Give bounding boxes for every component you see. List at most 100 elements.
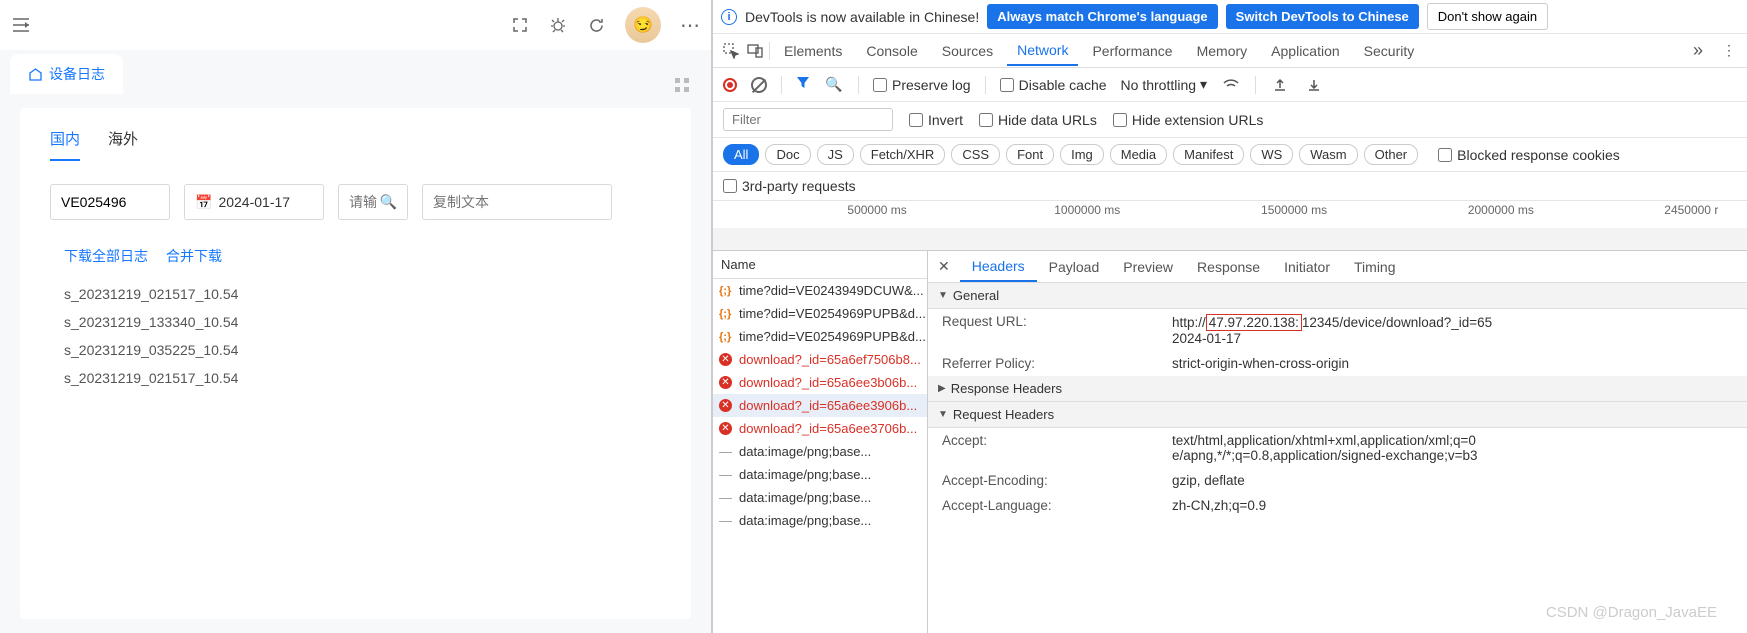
request-row[interactable]: {;}time?did=VE0254969PUPB&d... (713, 302, 927, 325)
log-item[interactable]: s_20231219_035225_10.54 (64, 336, 661, 364)
request-name: download?_id=65a6ee3706b... (739, 421, 917, 436)
tab-domestic[interactable]: 国内 (50, 128, 80, 161)
referrer-policy-row: Referrer Policy: strict-origin-when-cros… (928, 351, 1747, 376)
match-language-button[interactable]: Always match Chrome's language (987, 4, 1217, 29)
search-field[interactable]: 🔍 (338, 184, 408, 220)
menu-collapse-icon[interactable] (12, 16, 30, 34)
pill-doc[interactable]: Doc (765, 144, 810, 165)
request-headers-section[interactable]: ▼Request Headers (928, 402, 1747, 428)
pill-css[interactable]: CSS (951, 144, 1000, 165)
avatar[interactable]: 😏 (625, 7, 661, 43)
record-button[interactable] (723, 78, 737, 92)
pill-all[interactable]: All (723, 144, 759, 165)
pill-font[interactable]: Font (1006, 144, 1054, 165)
request-row[interactable]: —data:image/png;base... (713, 486, 927, 509)
search-icon[interactable]: 🔍 (824, 75, 844, 95)
tab-payload[interactable]: Payload (1037, 253, 1112, 281)
error-icon: ✕ (719, 399, 733, 412)
search-icon[interactable]: 🔍 (380, 194, 397, 211)
disable-cache-checkbox[interactable]: Disable cache (1000, 77, 1107, 93)
request-row[interactable]: —data:image/png;base... (713, 509, 927, 532)
tab-network[interactable]: Network (1007, 36, 1078, 66)
separator (769, 42, 770, 60)
tab-performance[interactable]: Performance (1082, 37, 1182, 65)
throttling-select[interactable]: No throttling ▾ (1121, 76, 1208, 93)
device-toggle-icon[interactable] (745, 41, 765, 61)
filter-bar: Invert Hide data URLs Hide extension URL… (713, 102, 1747, 138)
filter-input[interactable] (723, 108, 893, 131)
pill-manifest[interactable]: Manifest (1173, 144, 1244, 165)
pill-media[interactable]: Media (1110, 144, 1167, 165)
chevron-down-icon: ▼ (938, 409, 948, 420)
more-icon[interactable]: ⋯ (681, 16, 699, 34)
log-item[interactable]: s_20231219_021517_10.54 (64, 280, 661, 308)
copy-text-field[interactable] (422, 184, 612, 220)
pill-other[interactable]: Other (1364, 144, 1419, 165)
request-row[interactable]: {;}time?did=VE0243949DCUW&... (713, 279, 927, 302)
third-party-checkbox[interactable]: 3rd-party requests (723, 178, 1737, 194)
close-icon[interactable]: ✕ (928, 258, 960, 275)
blocked-cookies-checkbox[interactable]: Blocked response cookies (1438, 147, 1620, 163)
invert-checkbox[interactable]: Invert (909, 112, 963, 128)
tab-preview[interactable]: Preview (1111, 253, 1185, 281)
settings-icon[interactable]: ⋮ (1719, 41, 1739, 61)
switch-chinese-button[interactable]: Switch DevTools to Chinese (1226, 4, 1419, 29)
merge-download-link[interactable]: 合并下载 (166, 246, 222, 266)
tab-response[interactable]: Response (1185, 253, 1272, 281)
dont-show-button[interactable]: Don't show again (1427, 3, 1548, 30)
hide-data-urls-checkbox[interactable]: Hide data URLs (979, 112, 1097, 128)
copy-text-input[interactable] (433, 194, 601, 210)
pill-js[interactable]: JS (817, 144, 854, 165)
tab-timing[interactable]: Timing (1342, 253, 1408, 281)
tabs-overflow-icon[interactable]: » (1687, 40, 1709, 61)
log-item[interactable]: s_20231219_021517_10.54 (64, 364, 661, 392)
tab-security[interactable]: Security (1354, 37, 1425, 65)
app-tab-bar: 设备日志 (0, 50, 711, 94)
request-row[interactable]: —data:image/png;base... (713, 440, 927, 463)
tab-elements[interactable]: Elements (774, 37, 852, 65)
device-id-input[interactable] (61, 194, 159, 210)
clear-button[interactable] (751, 77, 767, 93)
pill-img[interactable]: Img (1060, 144, 1104, 165)
tab-application[interactable]: Application (1261, 37, 1350, 65)
upload-icon[interactable] (1270, 75, 1290, 95)
hide-ext-urls-checkbox[interactable]: Hide extension URLs (1113, 112, 1264, 128)
fullscreen-icon[interactable] (511, 16, 529, 34)
filter-toggle-icon[interactable] (796, 76, 810, 93)
tab-console[interactable]: Console (856, 37, 927, 65)
wifi-icon[interactable] (1221, 75, 1241, 95)
app-grid-icon[interactable] (673, 76, 691, 94)
timeline[interactable]: 500000 ms 1000000 ms 1500000 ms 2000000 … (713, 201, 1747, 251)
name-column-header[interactable]: Name (713, 251, 927, 279)
pill-wasm[interactable]: Wasm (1299, 144, 1357, 165)
tab-device-log[interactable]: 设备日志 (10, 54, 123, 94)
pill-ws[interactable]: WS (1250, 144, 1293, 165)
tab-memory[interactable]: Memory (1187, 37, 1258, 65)
device-id-field[interactable] (50, 184, 170, 220)
request-row[interactable]: ✕download?_id=65a6ef7506b8... (713, 348, 927, 371)
tab-sources[interactable]: Sources (932, 37, 1003, 65)
log-item[interactable]: s_20231219_133340_10.54 (64, 308, 661, 336)
chevron-down-icon: ▾ (1200, 76, 1207, 93)
tab-headers[interactable]: Headers (960, 252, 1037, 282)
download-icon[interactable] (1304, 75, 1324, 95)
tab-initiator[interactable]: Initiator (1272, 253, 1342, 281)
pill-fetch[interactable]: Fetch/XHR (860, 144, 946, 165)
response-headers-section[interactable]: ▶Response Headers (928, 376, 1747, 402)
inspect-icon[interactable] (721, 41, 741, 61)
bug-icon[interactable] (549, 16, 567, 34)
refresh-icon[interactable] (587, 16, 605, 34)
tick: 1000000 ms (1054, 203, 1120, 217)
request-row[interactable]: ✕download?_id=65a6ee3906b... (713, 394, 927, 417)
request-detail: ✕ Headers Payload Preview Response Initi… (928, 251, 1747, 633)
general-section[interactable]: ▼General (928, 283, 1747, 309)
download-all-link[interactable]: 下载全部日志 (64, 246, 148, 266)
request-row[interactable]: {;}time?did=VE0254969PUPB&d... (713, 325, 927, 348)
request-row[interactable]: —data:image/png;base... (713, 463, 927, 486)
tab-overseas[interactable]: 海外 (108, 128, 138, 161)
detail-tabs: ✕ Headers Payload Preview Response Initi… (928, 251, 1747, 283)
preserve-log-checkbox[interactable]: Preserve log (873, 77, 971, 93)
request-row[interactable]: ✕download?_id=65a6ee3b06b... (713, 371, 927, 394)
date-field[interactable]: 📅 2024-01-17 (184, 184, 324, 220)
request-row[interactable]: ✕download?_id=65a6ee3706b... (713, 417, 927, 440)
